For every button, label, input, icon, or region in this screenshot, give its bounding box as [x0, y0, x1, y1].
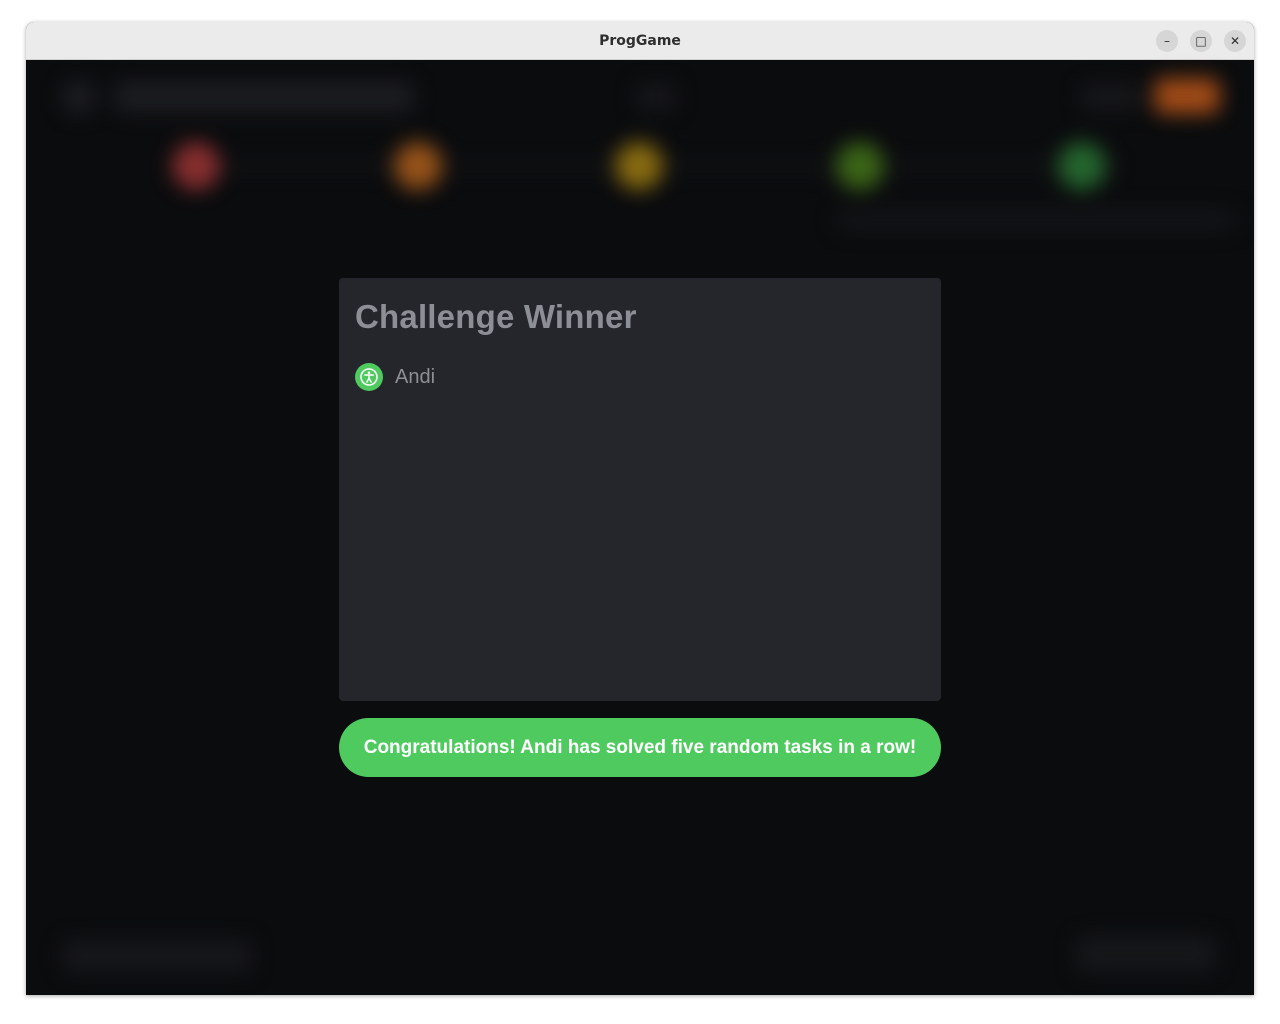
- app-content: Challenge Winner Andi Congratulations! A…: [26, 60, 1254, 995]
- footer-left-item: [62, 940, 252, 972]
- title-bar: ProgGame – □ ✕: [26, 22, 1254, 60]
- accessibility-icon: [355, 363, 383, 391]
- congratulations-message: Congratulations! Andi has solved five ra…: [363, 736, 917, 758]
- accessibility-icon-glyph: [360, 368, 378, 386]
- maximize-icon: □: [1195, 34, 1207, 48]
- winner-entry: Andi: [355, 363, 435, 391]
- stage-dot-2: [394, 142, 442, 190]
- minimize-button[interactable]: –: [1156, 30, 1178, 52]
- header-nav-item: [1081, 84, 1141, 110]
- footer-right-item: [1076, 936, 1216, 972]
- header-action-button: [1154, 78, 1220, 114]
- dialog-title: Challenge Winner: [355, 298, 637, 335]
- side-panel: [836, 210, 1236, 230]
- minimize-icon: –: [1164, 34, 1170, 48]
- stage-dot-5: [1058, 142, 1106, 190]
- congratulations-banner: Congratulations! Andi has solved five ra…: [339, 718, 941, 777]
- maximize-button[interactable]: □: [1190, 30, 1212, 52]
- stage-dot-4: [836, 142, 884, 190]
- stage-dot-3: [615, 142, 663, 190]
- app-header-title: [114, 82, 414, 112]
- close-icon: ✕: [1229, 34, 1241, 48]
- header-nav-item: [636, 84, 676, 110]
- winner-name: Andi: [395, 365, 436, 388]
- stage-dot-1: [172, 142, 220, 190]
- app-window: ProgGame – □ ✕ Challenge Winner Andi Con…: [26, 22, 1254, 995]
- window-title: ProgGame: [599, 32, 681, 49]
- window-controls: – □ ✕: [1156, 30, 1246, 52]
- app-logo-icon: [62, 80, 96, 114]
- challenge-winner-dialog: Challenge Winner Andi: [339, 278, 941, 701]
- close-button[interactable]: ✕: [1224, 30, 1246, 52]
